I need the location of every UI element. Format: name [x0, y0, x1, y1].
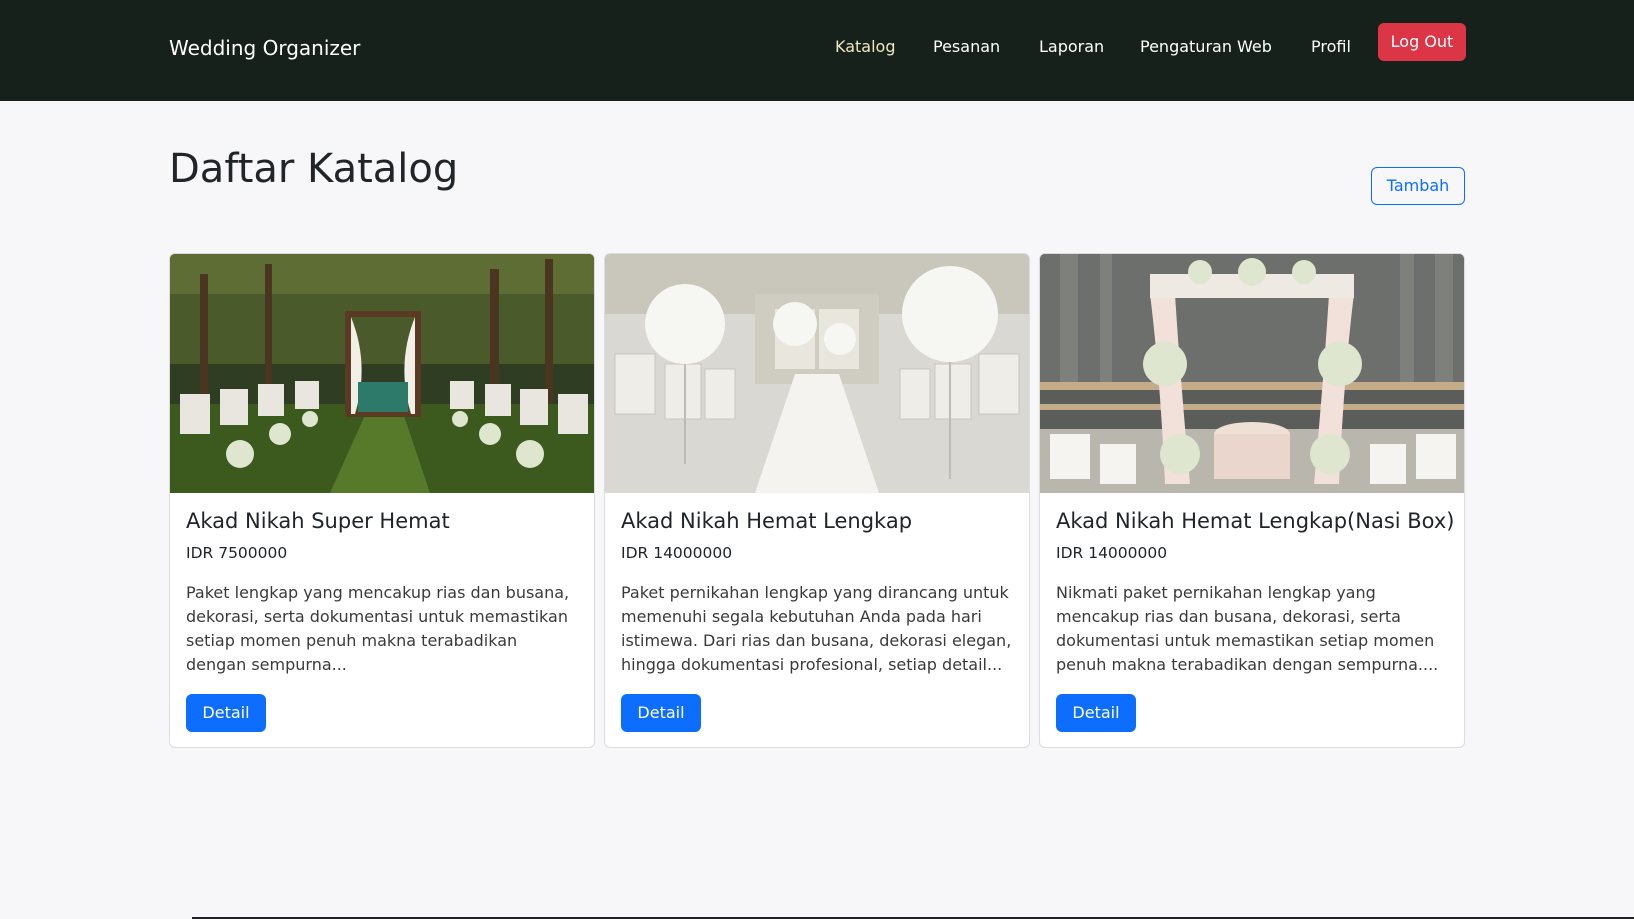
- card-image-waterfall-wedding: [1040, 254, 1464, 493]
- card-price: IDR 14000000: [621, 544, 733, 562]
- logout-button[interactable]: Log Out: [1378, 23, 1466, 61]
- nav-link-laporan[interactable]: Laporan: [1039, 31, 1104, 63]
- brand-logo[interactable]: Wedding Organizer: [169, 36, 360, 60]
- card-title: Akad Nikah Super Hemat: [186, 509, 450, 533]
- nav-link-pengaturan-web[interactable]: Pengaturan Web: [1140, 31, 1272, 63]
- card-title: Akad Nikah Hemat Lengkap: [621, 509, 913, 533]
- page-title: Daftar Katalog: [169, 146, 459, 192]
- card-title: Akad Nikah Hemat Lengkap(Nasi Box): [1056, 509, 1455, 533]
- navbar: Wedding Organizer Katalog Pesanan Lapora…: [0, 0, 1634, 101]
- detail-button[interactable]: Detail: [621, 694, 701, 732]
- card-description: Paket pernikahan lengkap yang dirancang …: [621, 583, 1012, 674]
- card-image-garden-wedding: [170, 254, 594, 493]
- nav-link-profil[interactable]: Profil: [1311, 31, 1351, 63]
- catalog-card: Akad Nikah Hemat Lengkap(Nasi Box) IDR 1…: [1039, 253, 1465, 748]
- detail-button[interactable]: Detail: [1056, 694, 1136, 732]
- card-price: IDR 7500000: [186, 544, 288, 562]
- card-description: Paket lengkap yang mencakup rias dan bus…: [186, 583, 570, 674]
- add-catalog-button[interactable]: Tambah: [1371, 167, 1465, 205]
- detail-button[interactable]: Detail: [186, 694, 266, 732]
- nav-link-katalog[interactable]: Katalog: [835, 31, 895, 63]
- card-price: IDR 14000000: [1056, 544, 1168, 562]
- card-image-ballroom-wedding: [605, 254, 1029, 493]
- catalog-card: Akad Nikah Super Hemat IDR 7500000 Paket…: [169, 253, 595, 748]
- nav-link-pesanan[interactable]: Pesanan: [933, 31, 1000, 63]
- card-description: Nikmati paket pernikahan lengkap yang me…: [1056, 583, 1439, 674]
- catalog-card: Akad Nikah Hemat Lengkap IDR 14000000 Pa…: [604, 253, 1030, 748]
